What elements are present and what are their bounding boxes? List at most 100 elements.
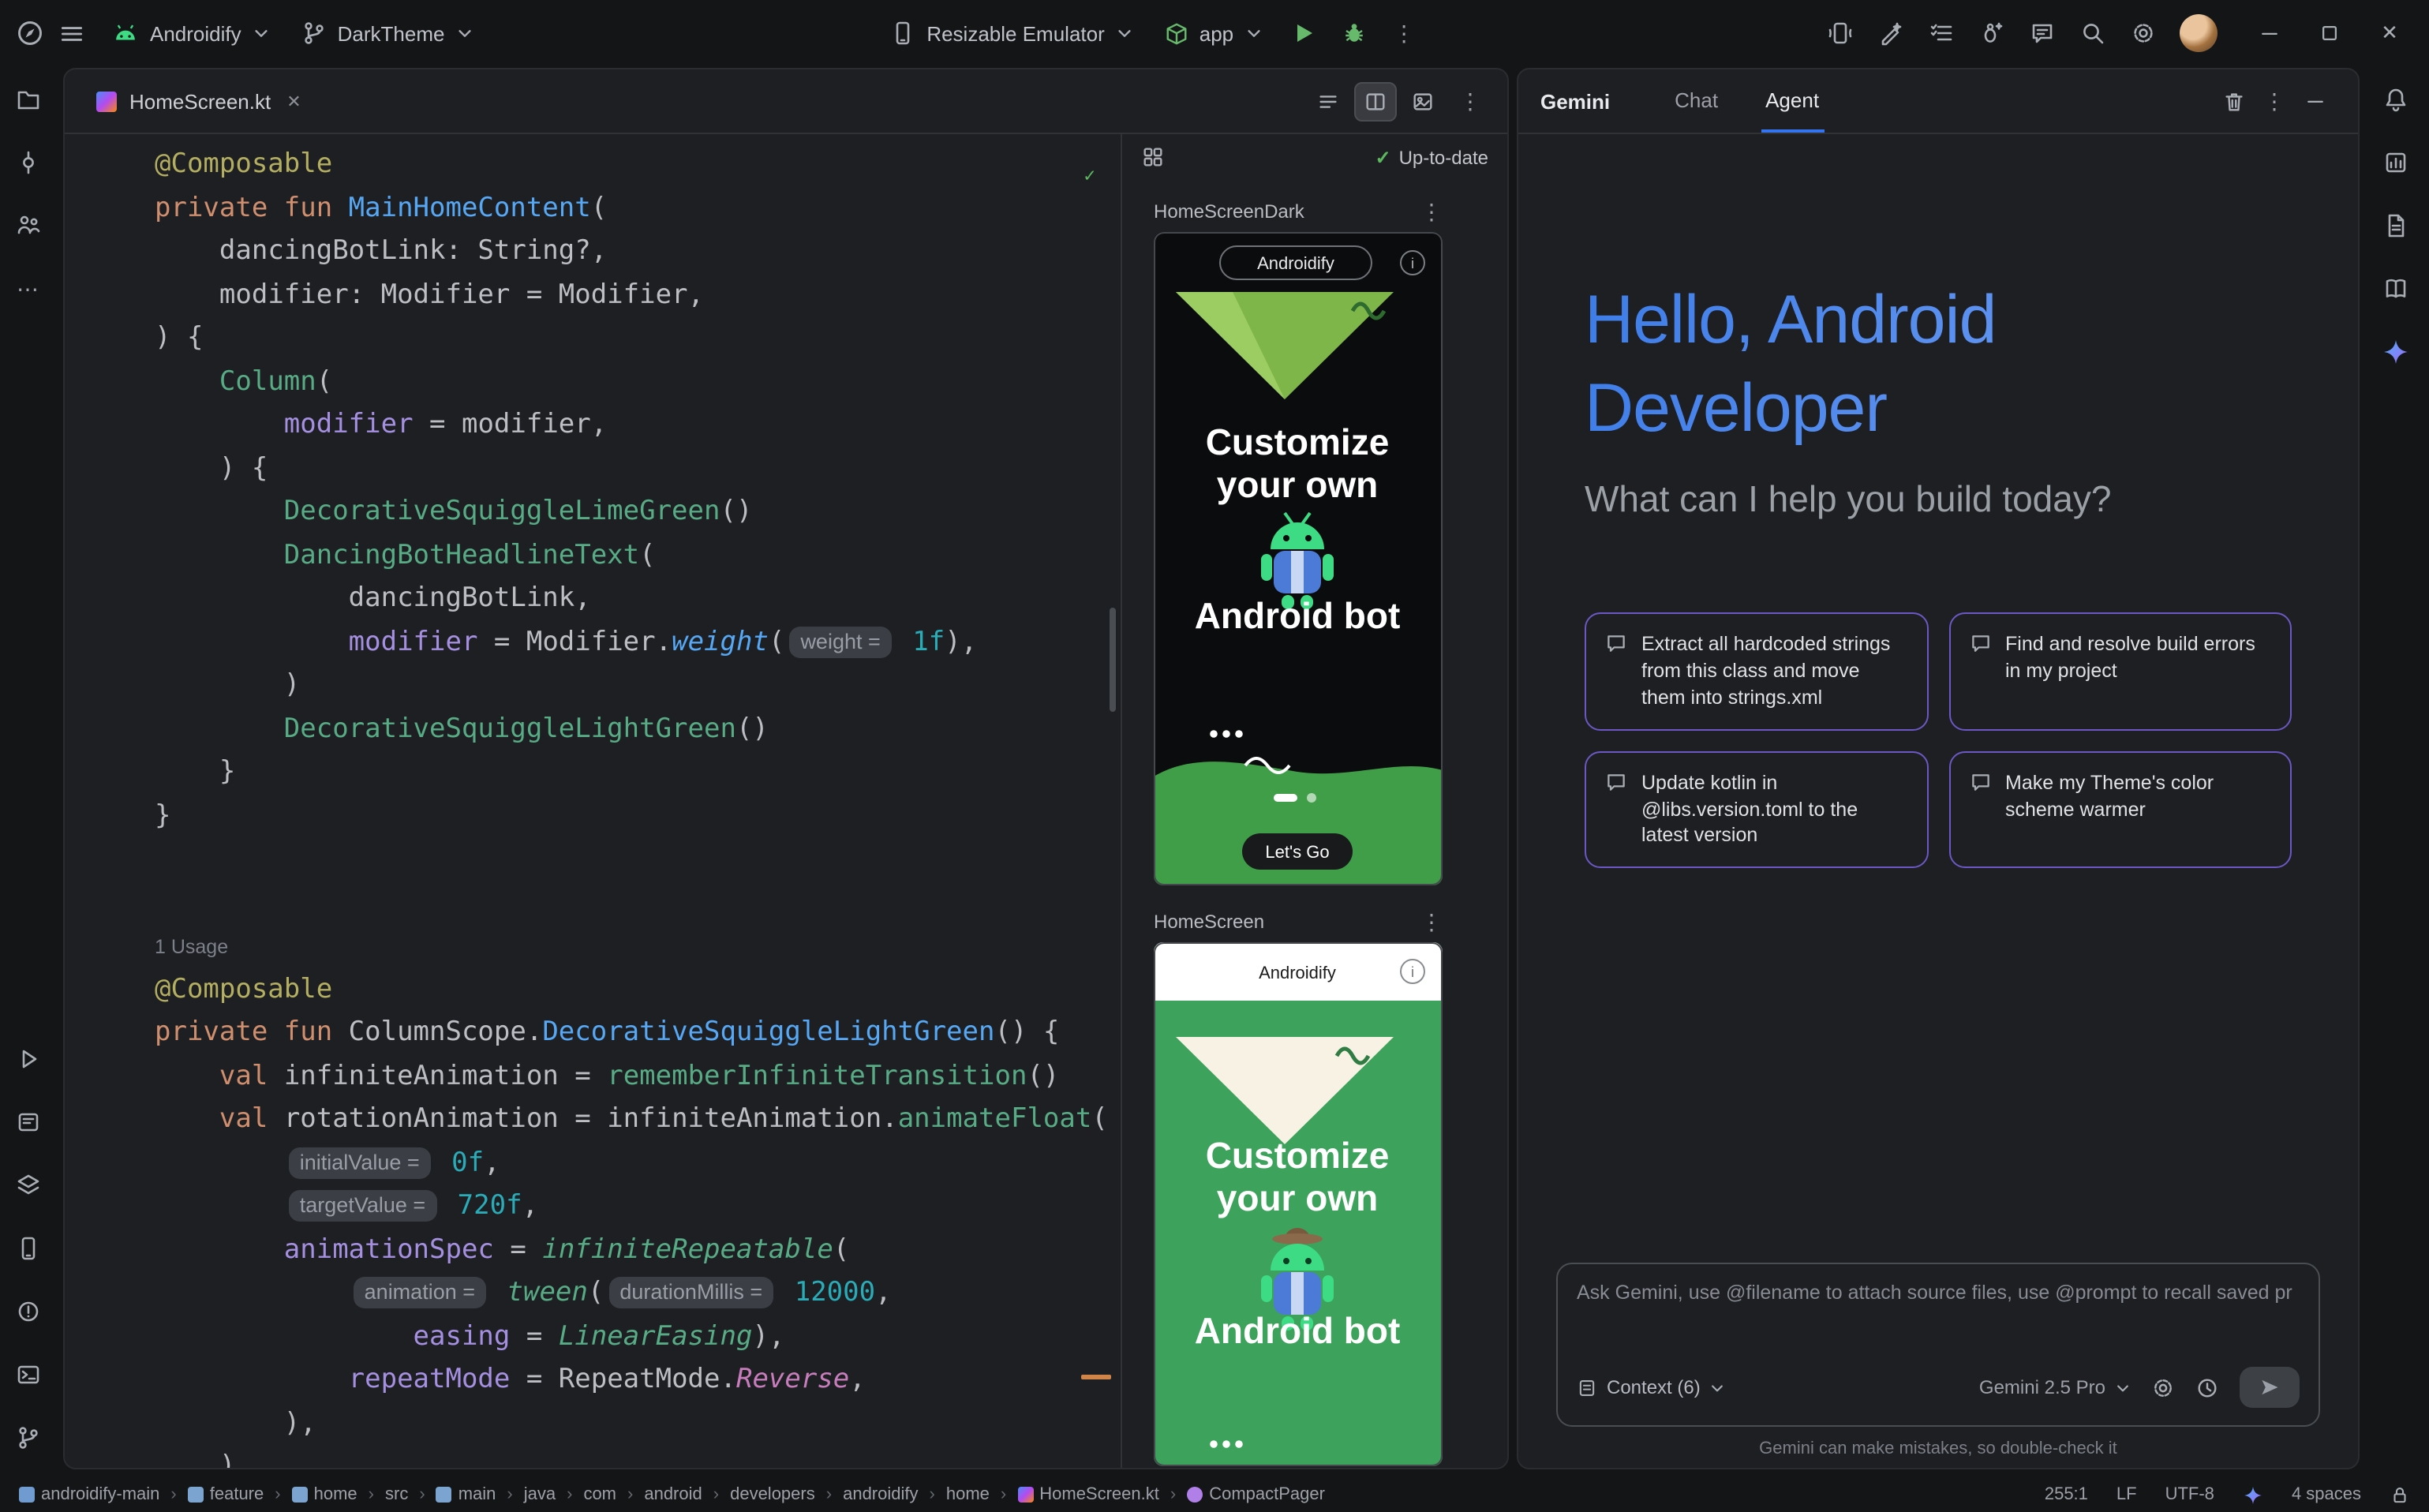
logcat-icon[interactable] (0, 1091, 55, 1154)
file-encoding[interactable]: UTF-8 (2165, 1485, 2214, 1504)
code-line[interactable]: 1 Usage (155, 925, 1121, 968)
code-line[interactable]: @Composable (155, 144, 1121, 187)
breadcrumb-item[interactable]: main (436, 1485, 496, 1504)
code-line[interactable]: modifier = Modifier.weight(weight = 1f), (155, 621, 1121, 664)
gemini-prompt-input[interactable] (1577, 1282, 2300, 1304)
settings-gear-icon[interactable] (2120, 9, 2167, 57)
code-line[interactable]: private fun MainHomeContent( (155, 187, 1121, 230)
editor-scrollbar[interactable] (1110, 608, 1116, 712)
version-control-icon[interactable] (0, 1406, 55, 1469)
device-mirroring-icon[interactable] (1817, 9, 1864, 57)
lets-go-button[interactable]: Let's Go (1242, 833, 1353, 870)
code-line[interactable]: ) (155, 664, 1121, 708)
search-icon[interactable] (2069, 9, 2116, 57)
design-view-icon[interactable] (1402, 81, 1444, 121)
project-folder-icon[interactable] (0, 68, 55, 131)
code-line[interactable]: ) { (155, 317, 1121, 361)
run-button[interactable] (1279, 9, 1327, 57)
minimize-button[interactable] (2246, 9, 2293, 57)
breadcrumb-item[interactable]: android (644, 1485, 702, 1504)
preview-name[interactable]: HomeScreenDark (1154, 200, 1304, 223)
code-line[interactable]: @Composable (155, 968, 1121, 1012)
notifications-bell-icon[interactable] (2367, 68, 2423, 131)
code-line[interactable]: animation = tween(durationMillis = 12000… (155, 1272, 1121, 1316)
breadcrumb-item[interactable]: java (524, 1485, 556, 1504)
project-selector[interactable]: Androidify (98, 9, 284, 57)
close-button[interactable]: ✕ (2366, 9, 2413, 57)
preview-options-icon[interactable]: ⋮ (1420, 911, 1443, 933)
breadcrumb-item[interactable]: home (292, 1485, 357, 1504)
code-line[interactable]: dancingBotLink: String?, (155, 230, 1121, 274)
code-line[interactable]: } (155, 795, 1121, 838)
home-screen-dark-preview[interactable]: Androidify i Customize your own (1154, 232, 1507, 890)
suggestion-card[interactable]: Extract all hardcoded strings from this … (1585, 612, 1928, 730)
code-line[interactable]: DancingBotHeadlineText( (155, 534, 1121, 578)
breadcrumb-item[interactable]: HomeScreen.kt (1017, 1485, 1159, 1504)
code-line[interactable]: val rotationAnimation = infiniteAnimatio… (155, 1098, 1121, 1142)
editor-options-icon[interactable]: ⋮ (1449, 81, 1491, 121)
problems-icon[interactable] (0, 1280, 55, 1343)
code-line[interactable]: val infiniteAnimation = rememberInfinite… (155, 1055, 1121, 1098)
book-icon[interactable] (2367, 257, 2423, 320)
code-line[interactable]: animationSpec = infiniteRepeatable( (155, 1229, 1121, 1272)
branch-selector[interactable]: DarkTheme (287, 9, 488, 57)
indent-setting[interactable]: 4 spaces (2292, 1485, 2361, 1504)
gemini-more-button[interactable]: ⋮ (2254, 80, 2295, 122)
more-run-actions-button[interactable]: ⋮ (1380, 9, 1428, 57)
terminal-icon[interactable] (0, 1343, 55, 1406)
layers-icon[interactable] (0, 1154, 55, 1217)
user-avatar[interactable] (2180, 14, 2218, 52)
code-line[interactable]: initialValue = 0f, (155, 1142, 1121, 1185)
code-line[interactable]: targetValue = 720f, (155, 1185, 1121, 1229)
code-view-icon[interactable] (1307, 81, 1349, 121)
hide-panel-button[interactable] (2295, 80, 2336, 122)
code-line[interactable] (155, 838, 1121, 881)
preview-name[interactable]: HomeScreen (1154, 911, 1264, 933)
preview-grid-icon[interactable] (1141, 145, 1165, 169)
breadcrumb-item[interactable]: src (385, 1485, 408, 1504)
model-selector[interactable]: Gemini 2.5 Pro (1979, 1376, 2131, 1398)
code-line[interactable]: private fun ColumnScope.DecorativeSquigg… (155, 1012, 1121, 1055)
breadcrumb-item[interactable]: androidify (843, 1485, 918, 1504)
run-config-selector[interactable]: app (1151, 9, 1276, 57)
suggestion-card[interactable]: Update kotlin in @libs.version.toml to t… (1585, 750, 1928, 868)
code-line[interactable]: dancingBotLink, (155, 578, 1121, 621)
code-line[interactable]: modifier: Modifier = Modifier, (155, 274, 1121, 317)
play-icon[interactable] (0, 1027, 55, 1091)
delete-conversation-button[interactable] (2213, 80, 2254, 122)
info-icon[interactable]: i (1411, 256, 1414, 271)
cursor-position[interactable]: 255:1 (2045, 1485, 2088, 1504)
tab-agent[interactable]: Agent (1761, 69, 1824, 133)
inspections-ok-icon[interactable]: ✓ (1084, 153, 1095, 198)
send-button[interactable] (2240, 1367, 2300, 1408)
close-tab-icon[interactable]: ✕ (286, 91, 301, 111)
comments-icon[interactable] (2019, 9, 2066, 57)
line-separator[interactable]: LF (2116, 1485, 2137, 1504)
history-clock-icon[interactable] (2195, 1375, 2219, 1399)
tab-chat[interactable]: Chat (1670, 69, 1723, 133)
code-line[interactable]: DecorativeSquiggleLimeGreen() (155, 491, 1121, 534)
suggestion-card[interactable]: Find and resolve build errors in my proj… (1948, 612, 2292, 730)
commit-icon[interactable] (0, 131, 55, 194)
split-view-icon[interactable] (1354, 81, 1397, 121)
running-devices-icon[interactable] (0, 1217, 55, 1280)
code-line[interactable]: ) { (155, 447, 1121, 491)
code-line[interactable]: DecorativeSquiggleLightGreen() (155, 708, 1121, 751)
device-selector[interactable]: Resizable Emulator (876, 9, 1147, 57)
breadcrumb-item[interactable]: com (583, 1485, 616, 1504)
chart-icon[interactable] (2367, 131, 2423, 194)
prompt-box[interactable]: Context (6) Gemini 2.5 Pro (1556, 1263, 2320, 1427)
debug-button[interactable] (1330, 9, 1377, 57)
suggestion-card[interactable]: Make my Theme's color scheme warmer (1948, 750, 2292, 868)
code-line[interactable]: Column( (155, 361, 1121, 404)
lock-icon[interactable] (2390, 1484, 2410, 1505)
prompt-settings-icon[interactable] (2151, 1375, 2175, 1399)
code-line[interactable]: ) (155, 1446, 1121, 1468)
more-tools-icon[interactable]: ⋯ (0, 257, 55, 320)
code-line[interactable]: repeatMode = RepeatMode.Reverse, (155, 1359, 1121, 1402)
ai-debug-icon[interactable] (1968, 9, 2015, 57)
home-screen-preview[interactable]: Androidify i Customize your own (1154, 942, 1507, 1468)
task-list-icon[interactable] (1918, 9, 1965, 57)
main-menu-button[interactable] (47, 9, 95, 57)
preview-options-icon[interactable]: ⋮ (1420, 200, 1443, 223)
